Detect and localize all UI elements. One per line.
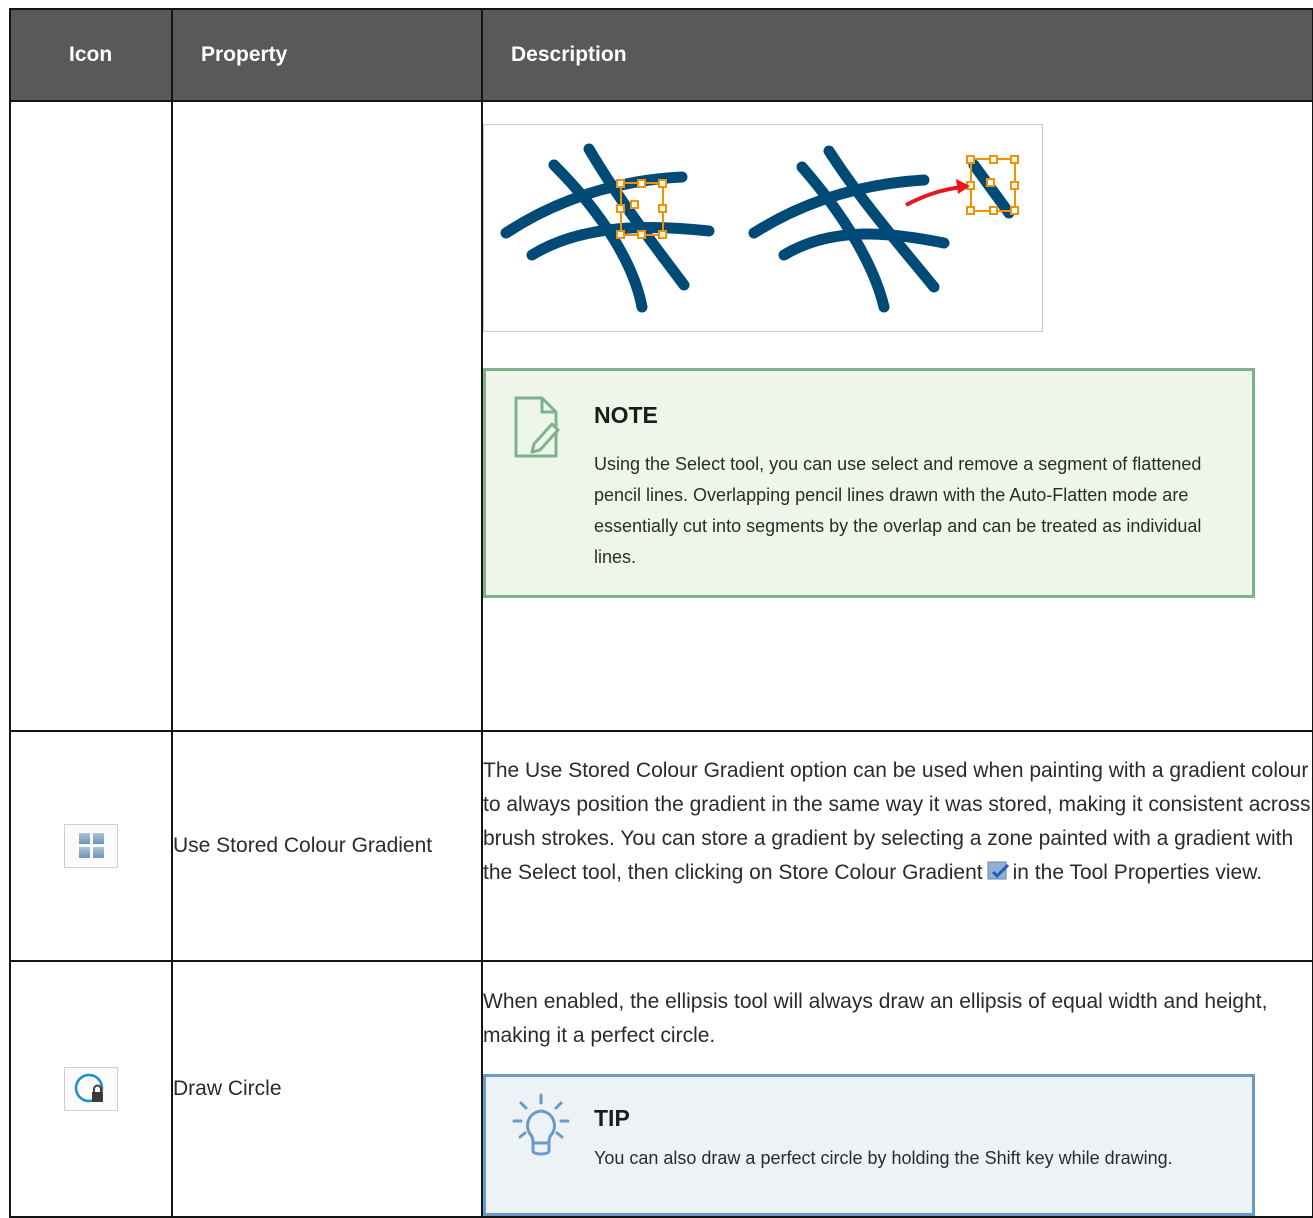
icon-cell (9, 960, 173, 1218)
note-title: NOTE (594, 402, 658, 428)
table-row: Use Stored Colour Gradient The Use Store… (9, 730, 1313, 962)
description-cell: The Use Stored Colour Gradient option ca… (481, 730, 1313, 962)
header-description: Description (481, 8, 1313, 102)
tip-title: TIP (594, 1105, 630, 1131)
note-box: NOTE Using the Select tool, you can use … (483, 368, 1255, 598)
header-property: Property (171, 8, 483, 102)
table-row: Draw Circle When enabled, the ellipsis t… (9, 960, 1313, 1218)
description-cell: When enabled, the ellipsis tool will alw… (481, 960, 1313, 1218)
header-icon: Icon (9, 8, 173, 102)
icon-cell (9, 730, 173, 962)
properties-table: Icon Property Description NOTE Using the… (9, 8, 1313, 1218)
store-colour-gradient-icon (987, 859, 1009, 893)
use-stored-colour-gradient-icon (64, 824, 118, 868)
draw-circle-icon (64, 1067, 118, 1111)
table-row: NOTE Using the Select tool, you can use … (9, 100, 1313, 732)
tip-box: TIP You can also draw a perfect circle b… (483, 1074, 1255, 1216)
description-text-part2: in the Tool Properties view. (1012, 861, 1263, 884)
description-text: The Use Stored Colour Gradient option ca… (483, 754, 1312, 893)
auto-flatten-segment-illustration (483, 124, 1043, 332)
lightbulb-icon (512, 1093, 570, 1176)
note-icon (512, 394, 564, 471)
description-text: When enabled, the ellipsis tool will alw… (483, 990, 1268, 1047)
description-cell: NOTE Using the Select tool, you can use … (481, 100, 1313, 732)
table-header-row: Icon Property Description (9, 8, 1313, 102)
tip-text: You can also draw a perfect circle by ho… (594, 1148, 1173, 1168)
property-cell: Use Stored Colour Gradient (171, 730, 483, 962)
property-cell (171, 100, 483, 732)
property-cell: Draw Circle (171, 960, 483, 1218)
note-text: Using the Select tool, you can use selec… (594, 454, 1202, 567)
icon-cell (9, 100, 173, 732)
